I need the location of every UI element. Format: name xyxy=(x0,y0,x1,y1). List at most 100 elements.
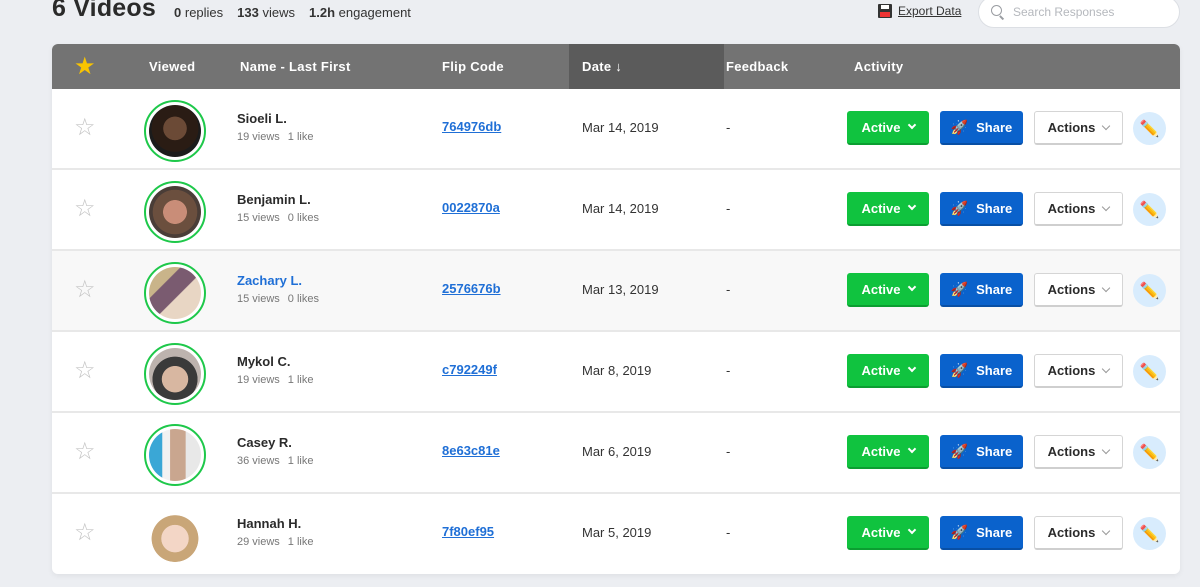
responder-name: Sioeli L. xyxy=(237,111,287,126)
responder-name: Benjamin L. xyxy=(237,192,311,207)
edit-button[interactable]: ✏️ xyxy=(1133,517,1166,550)
status-dropdown[interactable]: Active xyxy=(847,192,929,226)
flip-code-link[interactable]: 7f80ef95 xyxy=(442,524,494,539)
column-date[interactable]: Date ↓ xyxy=(569,44,724,89)
status-dropdown[interactable]: Active xyxy=(847,435,929,469)
flip-code-link[interactable]: 764976db xyxy=(442,119,501,134)
status-dropdown[interactable]: Active xyxy=(847,273,929,307)
edit-button[interactable]: ✏️ xyxy=(1133,355,1166,388)
table-row: ☆ Casey R. 36 views 1 like 8e63c81e Mar … xyxy=(52,413,1180,494)
status-label: Active xyxy=(861,119,901,135)
avatar[interactable] xyxy=(144,343,206,405)
avatar-photo xyxy=(149,429,201,481)
column-name[interactable]: Name - Last First xyxy=(240,44,351,89)
actions-dropdown[interactable]: Actions xyxy=(1034,111,1123,145)
edit-button[interactable]: ✏️ xyxy=(1133,274,1166,307)
edit-button[interactable]: ✏️ xyxy=(1133,112,1166,145)
favorite-star-icon[interactable]: ☆ xyxy=(74,359,96,383)
responder-name: Zachary L. xyxy=(237,273,303,288)
share-button[interactable]: 🚀 Share xyxy=(940,111,1023,145)
chevron-down-icon xyxy=(907,201,916,211)
favorite-star-icon[interactable]: ☆ xyxy=(74,521,96,545)
avatar[interactable] xyxy=(144,505,206,567)
pencil-icon: ✏️ xyxy=(1139,120,1160,138)
avatar[interactable] xyxy=(144,181,206,243)
chevron-down-icon xyxy=(907,444,916,454)
share-button[interactable]: 🚀 Share xyxy=(940,192,1023,226)
column-flip-code[interactable]: Flip Code xyxy=(442,44,504,89)
actions-dropdown[interactable]: Actions xyxy=(1034,516,1123,550)
response-meta: 19 views 1 like xyxy=(237,374,313,386)
favorite-star-icon[interactable]: ☆ xyxy=(74,116,96,140)
actions-dropdown[interactable]: Actions xyxy=(1034,435,1123,469)
search-input[interactable] xyxy=(1013,5,1163,19)
share-button[interactable]: 🚀 Share xyxy=(940,435,1023,469)
actions-label: Actions xyxy=(1047,363,1096,378)
avatar[interactable] xyxy=(144,262,206,324)
response-date: Mar 6, 2019 xyxy=(582,444,652,459)
stat-views: 133 views xyxy=(237,5,295,20)
flip-code-link[interactable]: 2576676b xyxy=(442,281,501,296)
edit-button[interactable]: ✏️ xyxy=(1133,436,1166,469)
rocket-icon: 🚀 xyxy=(950,118,969,135)
status-dropdown[interactable]: Active xyxy=(847,111,929,145)
edit-button[interactable]: ✏️ xyxy=(1133,193,1166,226)
actions-dropdown[interactable]: Actions xyxy=(1034,273,1123,307)
chevron-down-icon xyxy=(1102,202,1111,211)
search-box xyxy=(978,0,1180,28)
rocket-icon: 🚀 xyxy=(950,199,969,216)
star-filter-icon[interactable]: ★ xyxy=(74,44,96,89)
share-button[interactable]: 🚀 Share xyxy=(940,516,1023,550)
likes-count: 1 like xyxy=(287,455,314,467)
flip-code-link[interactable]: c792249f xyxy=(442,362,497,377)
table-row: ☆ Sioeli L. 19 views 1 like 764976db Mar… xyxy=(52,89,1180,170)
stat-replies: 0 replies xyxy=(174,5,224,20)
favorite-star-icon[interactable]: ☆ xyxy=(74,440,96,464)
likes-count: 0 likes xyxy=(287,293,319,305)
avatar[interactable] xyxy=(144,424,206,486)
feedback-value: - xyxy=(726,363,731,378)
flip-code-link[interactable]: 0022870a xyxy=(442,200,500,215)
column-viewed[interactable]: Viewed xyxy=(149,44,195,89)
response-meta: 19 views 1 like xyxy=(237,131,313,143)
favorite-star-icon[interactable]: ☆ xyxy=(74,197,96,221)
export-data-label: Export Data xyxy=(898,4,962,18)
export-data-link[interactable]: Export Data xyxy=(878,4,961,18)
pencil-icon: ✏️ xyxy=(1139,282,1160,300)
summary-stats: 0 replies 133 views 1.2h engagement xyxy=(174,5,411,20)
column-feedback[interactable]: Feedback xyxy=(726,44,788,89)
chevron-down-icon xyxy=(907,363,916,373)
feedback-value: - xyxy=(726,444,731,459)
views-count: 19 views xyxy=(237,131,280,143)
favorite-star-icon[interactable]: ☆ xyxy=(74,278,96,302)
responder-name: Casey R. xyxy=(237,435,292,450)
avatar-photo xyxy=(149,105,201,157)
likes-count: 1 like xyxy=(287,374,314,386)
chevron-down-icon xyxy=(907,120,916,130)
avatar-photo xyxy=(149,348,201,400)
actions-dropdown[interactable]: Actions xyxy=(1034,192,1123,226)
share-label: Share xyxy=(976,524,1013,540)
response-date: Mar 14, 2019 xyxy=(582,201,659,216)
rocket-icon: 🚀 xyxy=(950,442,969,459)
responder-name: Hannah H. xyxy=(237,516,302,531)
share-button[interactable]: 🚀 Share xyxy=(940,354,1023,388)
table-body: ☆ Sioeli L. 19 views 1 like 764976db Mar… xyxy=(52,89,1180,574)
actions-label: Actions xyxy=(1047,120,1096,135)
status-dropdown[interactable]: Active xyxy=(847,516,929,550)
feedback-value: - xyxy=(726,120,731,135)
avatar[interactable] xyxy=(144,100,206,162)
feedback-value: - xyxy=(726,525,731,540)
response-date: Mar 8, 2019 xyxy=(582,363,652,378)
likes-count: 1 like xyxy=(287,131,314,143)
table-row: ☆ Zachary L. 15 views 0 likes 2576676b M… xyxy=(52,251,1180,332)
share-button[interactable]: 🚀 Share xyxy=(940,273,1023,307)
table-row: ☆ Mykol C. 19 views 1 like c792249f Mar … xyxy=(52,332,1180,413)
actions-dropdown[interactable]: Actions xyxy=(1034,354,1123,388)
flip-code-link[interactable]: 8e63c81e xyxy=(442,443,500,458)
share-label: Share xyxy=(976,362,1013,378)
search-icon xyxy=(991,5,1005,19)
response-meta: 15 views 0 likes xyxy=(237,293,319,305)
share-label: Share xyxy=(976,281,1013,297)
status-dropdown[interactable]: Active xyxy=(847,354,929,388)
